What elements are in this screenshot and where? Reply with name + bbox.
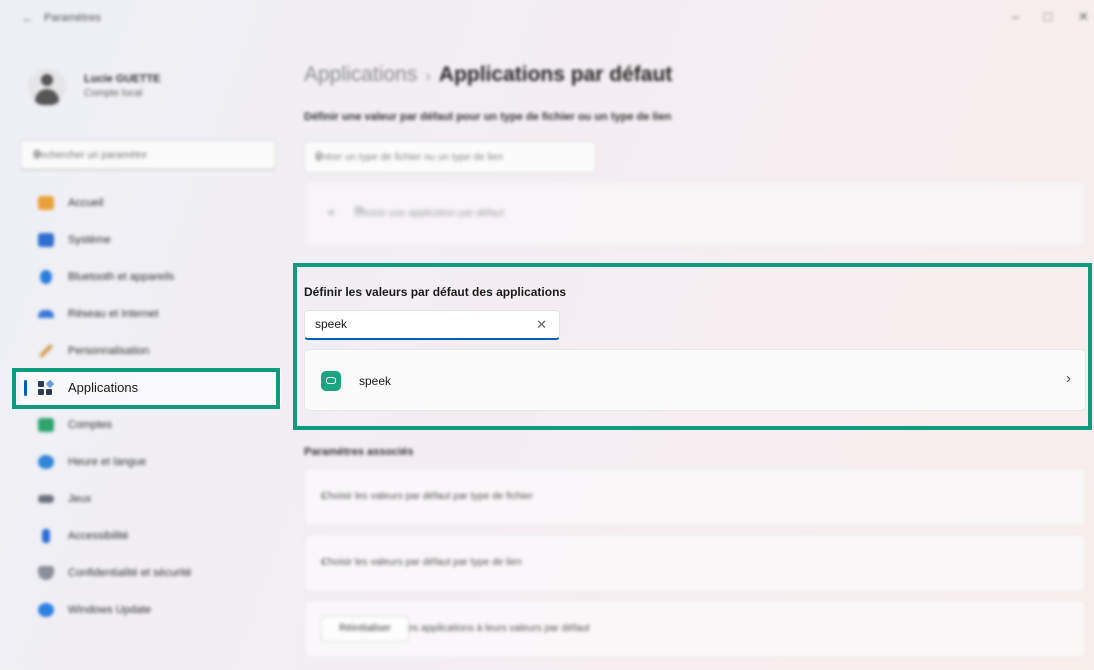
minimize-button[interactable]: –	[1012, 9, 1019, 24]
highlight-box-applications	[12, 368, 280, 409]
sidebar-item-reseau[interactable]: Réseau et Internet	[20, 295, 282, 332]
highlight-box-app-defaults	[293, 263, 1092, 430]
sidebar-item-personnalisation[interactable]: Personnalisation	[20, 332, 282, 369]
breadcrumb-parent[interactable]: Applications	[304, 63, 417, 86]
sidebar-item-label: Confidentialité et sécurité	[68, 566, 192, 579]
user-name: Lucie GUETTE	[84, 73, 161, 85]
sidebar-item-windows-update[interactable]: Windows Update	[20, 591, 282, 628]
sidebar-item-label: Heure et langue	[68, 455, 147, 468]
open-external-icon: ⧉	[355, 204, 363, 216]
sidebar-item-confidentialite[interactable]: Confidentialité et sécurité	[20, 554, 282, 591]
sidebar-item-label: Système	[68, 233, 111, 246]
account-type: Compte local	[84, 88, 143, 99]
reset-button[interactable]: Réinitialiser	[321, 616, 409, 642]
related-reset-defaults: Réinitialiser toutes les applications à …	[304, 600, 1086, 658]
sidebar-item-label: Accessibilité	[68, 529, 129, 542]
close-button[interactable]: ✕	[1078, 9, 1089, 25]
brush-icon	[38, 343, 54, 358]
choose-default-app-card[interactable]: + Choisir une application par défaut ⧉	[304, 181, 1086, 247]
wifi-icon	[38, 309, 54, 318]
sidebar-item-accueil[interactable]: Accueil	[20, 184, 282, 221]
search-icon: ⚲	[33, 149, 42, 161]
sidebar-item-heure-langue[interactable]: Heure et langue	[20, 443, 282, 480]
filetype-search-input[interactable]: Entrer un type de fichier ou un type de …	[304, 141, 596, 173]
avatar	[28, 68, 66, 106]
sidebar-item-comptes[interactable]: Comptes	[20, 406, 282, 443]
globe-clock-icon	[38, 454, 54, 469]
breadcrumb: Applications › Applications par défaut	[304, 63, 672, 87]
breadcrumb-separator: ›	[425, 66, 431, 85]
sidebar-item-label: Réseau et Internet	[68, 307, 159, 320]
chevron-right-icon: ›	[321, 554, 326, 569]
person-icon	[38, 417, 54, 432]
home-icon	[38, 195, 54, 210]
sidebar-item-bluetooth[interactable]: Bluetooth et appareils	[20, 258, 282, 295]
sidebar-item-jeux[interactable]: Jeux	[20, 480, 282, 517]
page-title: Applications par défaut	[438, 63, 673, 86]
related-defaults-by-linktype[interactable]: Choisir les valeurs par défaut par type …	[304, 534, 1086, 592]
plus-icon: +	[327, 204, 336, 220]
arrow-left-icon[interactable]: ←	[22, 11, 34, 25]
sidebar-item-accessibilite[interactable]: Accessibilité	[20, 517, 282, 554]
sidebar-item-label: Comptes	[68, 418, 113, 431]
shield-icon	[38, 565, 54, 580]
window-title: Paramètres	[44, 12, 101, 24]
settings-search-input[interactable]: Rechercher un paramètre ⚲	[20, 140, 276, 170]
search-icon: ⚲	[315, 151, 324, 163]
sidebar-item-label: Windows Update	[68, 603, 152, 616]
related-defaults-by-filetype[interactable]: Choisir les valeurs par défaut par type …	[304, 468, 1086, 526]
title-bar: ← Paramètres – □ ✕	[0, 0, 1094, 38]
related-settings-title: Paramètres associés	[304, 446, 414, 458]
gamepad-icon	[38, 494, 54, 503]
sidebar-item-label: Personnalisation	[68, 344, 150, 357]
sidebar-item-label: Accueil	[68, 196, 104, 209]
sidebar: Lucie GUETTE Compte local Rechercher un …	[0, 38, 290, 670]
main-content: Applications › Applications par défaut Déf…	[293, 38, 1094, 670]
sidebar-item-label: Jeux	[68, 492, 92, 505]
user-profile[interactable]: Lucie GUETTE Compte local	[28, 68, 278, 114]
accessibility-icon	[42, 528, 50, 543]
monitor-icon	[38, 232, 54, 247]
filetype-section-title: Définir une valeur par défaut pour un ty…	[304, 111, 672, 123]
sidebar-item-systeme[interactable]: Système	[20, 221, 282, 258]
windows-update-icon	[38, 602, 54, 617]
sidebar-item-label: Bluetooth et appareils	[68, 270, 175, 283]
chevron-right-icon: ›	[321, 488, 326, 503]
maximize-button[interactable]: □	[1044, 9, 1052, 24]
bluetooth-icon	[40, 269, 52, 284]
